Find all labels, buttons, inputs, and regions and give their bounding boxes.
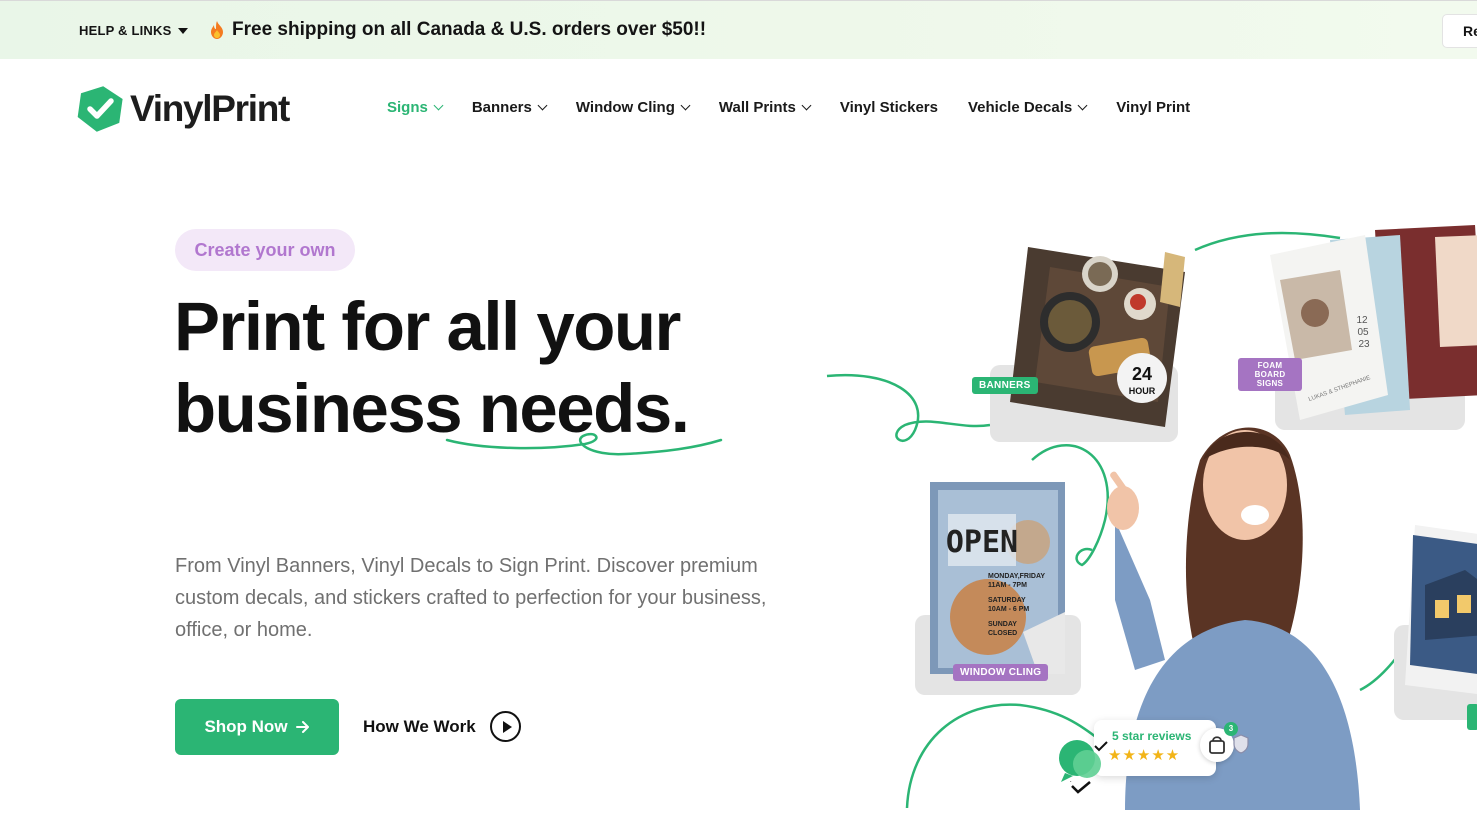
nav-item-wall-prints[interactable]: Wall Prints — [718, 99, 812, 116]
banner-badge-number: 24 — [1132, 364, 1152, 384]
chevron-down-icon — [680, 100, 691, 111]
help-links-label: HELP & LINKS — [79, 23, 172, 38]
chat-bubbles-icon — [1059, 740, 1108, 782]
nav-label: Vinyl Print — [1116, 99, 1191, 116]
open-hours-line: 11AM - 7PM — [988, 582, 1027, 589]
shop-now-label: Shop Now — [204, 717, 288, 736]
play-icon — [489, 711, 521, 742]
open-hours-line: 10AM - 6 PM — [988, 606, 1029, 613]
checkmark-badge-icon — [77, 86, 123, 132]
hero-pill: Create your own — [175, 229, 355, 271]
nav-item-vehicle-decals[interactable]: Vehicle Decals — [967, 99, 1088, 116]
tag-foam-board: FOAM BOARD SIGNS — [1238, 358, 1302, 391]
banner-badge-word: HOUR — [1129, 386, 1156, 396]
check-icon — [1071, 781, 1091, 794]
hero-description: From Vinyl Banners, Vinyl Decals to Sign… — [175, 555, 767, 641]
arrow-right-icon — [295, 721, 309, 733]
nav-item-signs[interactable]: Signs — [387, 99, 444, 116]
topbar-right-button[interactable]: Re — [1443, 15, 1477, 47]
hero-illustration: 24 HOUR BANNERS 12 05 23 LUKAS & STHEPHA… — [820, 220, 1477, 810]
chevron-down-icon — [801, 100, 812, 111]
announcement-bar: HELP & LINKS Free shipping on all Canada… — [0, 0, 1477, 59]
open-hours-line: CLOSED — [988, 630, 1017, 637]
nav-label: Vinyl Stickers — [839, 99, 938, 116]
promo-message: Free shipping on all Canada & U.S. order… — [210, 19, 706, 41]
window-cling-image: OPEN MONDAY,FRIDAY 11AM - 7PM SATURDAY 1… — [930, 482, 1065, 674]
nav-label: Wall Prints — [718, 99, 796, 116]
help-links-menu[interactable]: HELP & LINKS — [79, 23, 189, 38]
foam-date-3: 23 — [1358, 339, 1370, 350]
shop-now-button[interactable]: Shop Now — [175, 699, 339, 755]
hero-headline: Print for all your business needs. — [174, 286, 814, 450]
nav-item-banners[interactable]: Banners — [471, 99, 548, 116]
main-nav: Signs Banners Window Cling Wall Prints V… — [387, 99, 1220, 116]
nav-label: Signs — [387, 99, 428, 116]
foam-date-2: 05 — [1357, 327, 1369, 338]
shield-icon — [1233, 734, 1249, 754]
real-estate-flyer-image — [1405, 525, 1477, 694]
nav-item-vinyl-print[interactable]: Vinyl Print — [1116, 99, 1190, 116]
fire-icon — [211, 21, 223, 39]
open-sign-title: OPEN — [946, 525, 1018, 560]
underline-squiggle — [445, 432, 723, 456]
nav-item-window-cling[interactable]: Window Cling — [575, 99, 691, 116]
reviews-label: 5 star reviews — [1112, 729, 1192, 743]
open-hours-line: SUNDAY — [988, 621, 1017, 628]
chevron-down-icon — [433, 100, 444, 111]
nav-label: Banners — [471, 99, 532, 116]
foam-date-1: 12 — [1356, 315, 1368, 326]
chevron-down-icon — [1077, 100, 1088, 111]
chevron-down-icon — [537, 100, 548, 111]
headline-line-1: Print for all your — [174, 288, 681, 365]
caret-down-icon — [178, 27, 189, 34]
open-hours-line: SATURDAY — [988, 597, 1026, 604]
nav-item-vinyl-stickers[interactable]: Vinyl Stickers — [840, 99, 938, 116]
star-rating-icon: ★★★★★ — [1108, 747, 1181, 764]
site-logo[interactable]: VinylPrint — [74, 84, 290, 134]
nav-label: Window Cling — [575, 99, 675, 116]
promo-text: Free shipping on all Canada & U.S. order… — [232, 19, 707, 40]
right-card-tag — [1467, 704, 1477, 730]
tag-window-cling: WINDOW CLING — [953, 664, 1049, 681]
how-we-work-label: How We Work — [363, 716, 476, 736]
nav-label: Vehicle Decals — [967, 99, 1073, 116]
logo-text: VinylPrint — [130, 88, 290, 129]
tag-banners: BANNERS — [972, 377, 1038, 394]
open-hours-line: MONDAY,FRIDAY — [988, 573, 1045, 580]
how-we-work-link[interactable]: How We Work — [363, 711, 521, 742]
